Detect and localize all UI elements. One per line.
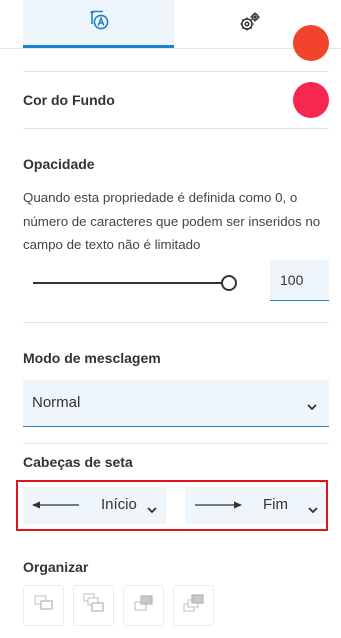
blend-mode-value: Normal [32,394,81,411]
style-text-icon [89,10,109,35]
arrowhead-end-select[interactable]: Fim [185,487,326,524]
arrowheads-label: Cabeças de seta [23,454,133,470]
blend-mode-select[interactable]: Normal [23,380,329,427]
send-to-back-icon [182,593,205,618]
divider [23,443,329,444]
bring-forward-icon [82,593,105,618]
bring-to-front-button[interactable] [23,585,64,626]
arrow-right-icon [195,501,242,509]
divider [23,128,329,129]
arrowhead-end-value: Fim [263,496,288,513]
send-backward-button[interactable] [123,585,164,626]
tab-bar [0,0,341,49]
gears-icon [239,11,261,38]
opacity-label: Opacidade [23,156,95,172]
tab-style[interactable] [23,0,174,48]
arrowhead-start-value: Início [101,496,137,513]
divider [23,322,329,323]
opacity-slider-track[interactable] [33,282,229,284]
chevron-down-icon [147,501,157,519]
opacity-slider-thumb[interactable] [221,275,237,291]
bring-forward-button[interactable] [73,585,114,626]
background-color-swatch[interactable] [293,82,329,118]
previous-color-swatch[interactable] [293,25,329,61]
chevron-down-icon [308,501,318,519]
divider [23,71,329,72]
opacity-description: Quando esta propriedade é definida como … [23,190,321,252]
arrow-left-icon [32,501,79,509]
send-backward-icon [133,593,155,618]
send-to-back-button[interactable] [173,585,214,626]
arrange-label: Organizar [23,559,89,575]
blend-mode-label: Modo de mesclagem [23,350,161,366]
arrowhead-start-select[interactable]: Início [23,487,166,524]
bring-to-front-icon [33,593,55,618]
opacity-value-input[interactable]: 100 [270,260,329,301]
background-color-label: Cor do Fundo [23,92,115,108]
chevron-down-icon [307,398,317,416]
